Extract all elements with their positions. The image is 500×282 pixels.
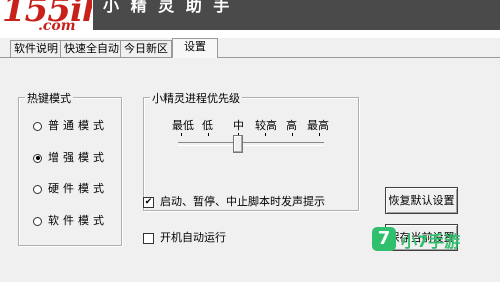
tab-software-info[interactable]: 软件说明 bbox=[10, 40, 62, 57]
radio-hardware-mode[interactable]: 硬件模式 bbox=[33, 182, 108, 196]
watermark-logo-icon: 7 bbox=[372, 227, 396, 251]
autorun-checkbox[interactable]: 开机自动运行 bbox=[143, 231, 226, 245]
restore-defaults-button[interactable]: 恢复默认设置 bbox=[385, 187, 458, 214]
radio-label: 增强模式 bbox=[48, 151, 108, 164]
radio-label: 硬件模式 bbox=[48, 182, 108, 195]
autorun-label: 开机自动运行 bbox=[160, 231, 226, 244]
priority-title: 小精灵进程优先级 bbox=[150, 90, 242, 106]
logo-domain: .com bbox=[38, 18, 76, 34]
priority-label-lowest: 最低 bbox=[172, 119, 194, 132]
radio-normal-mode[interactable]: 普通模式 bbox=[33, 119, 108, 133]
radio-label: 软件模式 bbox=[48, 214, 108, 227]
slider-tick bbox=[319, 133, 320, 136]
app-header: 155ih .com 小 精 灵 助 手 bbox=[0, 0, 500, 38]
priority-label-higher: 较高 bbox=[255, 119, 277, 132]
title-banner: 小 精 灵 助 手 bbox=[93, 0, 500, 30]
slider-tick bbox=[208, 133, 209, 136]
priority-slider-track[interactable] bbox=[178, 142, 324, 146]
hotkey-mode-group: 热键模式 普通模式 增强模式 硬件模式 软件模式 bbox=[18, 90, 122, 246]
priority-label-low: 低 bbox=[202, 119, 213, 132]
watermark-text: 小7手游 bbox=[401, 232, 461, 251]
radio-enhanced-mode[interactable]: 增强模式 bbox=[33, 151, 108, 165]
priority-label-medium: 中 bbox=[233, 119, 244, 132]
tab-quick-auto[interactable]: 快速全自动 bbox=[60, 40, 123, 57]
slider-tick bbox=[181, 133, 182, 136]
priority-slider-thumb[interactable] bbox=[233, 135, 243, 153]
watermark: 7 小7手游 bbox=[372, 227, 494, 257]
tab-bar: 软件说明 快速全自动 今日新区 设置 bbox=[0, 38, 500, 58]
radio-circle-icon bbox=[33, 121, 42, 131]
tab-settings[interactable]: 设置 bbox=[172, 38, 218, 58]
checkbox-checked-icon: ✔ bbox=[143, 196, 154, 208]
site-logo: 155ih .com bbox=[0, 0, 92, 38]
slider-tick bbox=[265, 133, 266, 136]
hotkey-mode-title: 热键模式 bbox=[25, 90, 73, 106]
sound-prompt-label: 启动、暂停、中止脚本时发声提示 bbox=[160, 195, 325, 208]
priority-label-high: 高 bbox=[286, 119, 297, 132]
checkbox-icon bbox=[143, 232, 154, 244]
radio-selected-icon bbox=[33, 153, 42, 163]
slider-tick bbox=[292, 133, 293, 136]
radio-circle-icon bbox=[33, 184, 42, 194]
priority-group: 小精灵进程优先级 最低 低 中 较高 高 最高 bbox=[143, 90, 359, 211]
radio-label: 普通模式 bbox=[48, 119, 108, 132]
radio-circle-icon bbox=[33, 216, 42, 226]
radio-software-mode[interactable]: 软件模式 bbox=[33, 214, 108, 228]
sound-prompt-checkbox[interactable]: ✔ 启动、暂停、中止脚本时发声提示 bbox=[143, 195, 325, 209]
app-title: 小 精 灵 助 手 bbox=[103, 0, 233, 15]
tab-today-new[interactable]: 今日新区 bbox=[120, 40, 172, 57]
priority-label-highest: 最高 bbox=[307, 119, 329, 132]
